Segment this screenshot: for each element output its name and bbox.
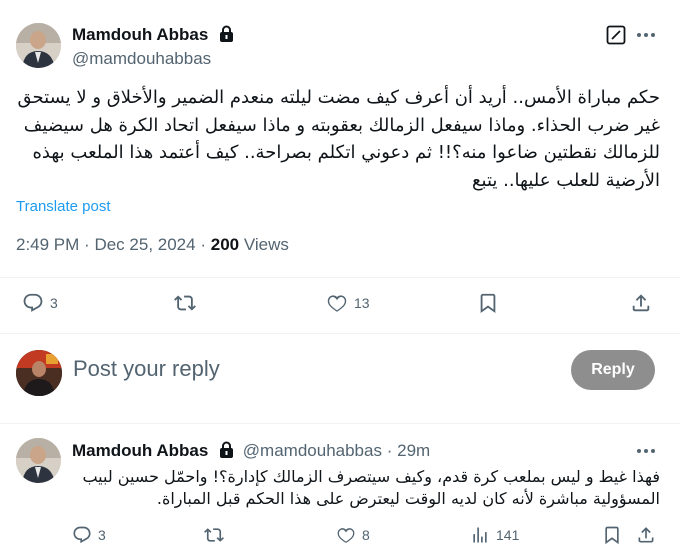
views-count: 200 [210, 235, 240, 254]
views-label: Views [243, 235, 289, 254]
reply-author-name[interactable]: Mamdouh Abbas [72, 441, 208, 460]
reply-reply-count: 3 [98, 527, 106, 543]
tweet-date[interactable]: Dec 25, 2024 [94, 235, 195, 254]
author-handle[interactable]: @mamdouhabbas [72, 49, 211, 69]
reply-views-count: 141 [496, 527, 520, 543]
share-icon [638, 527, 654, 543]
more-icon[interactable] [636, 446, 656, 456]
reply-time[interactable]: 29m [397, 441, 430, 460]
meta-separator: · [84, 235, 90, 254]
reply-share-action[interactable] [636, 525, 656, 545]
views-icon [473, 527, 487, 543]
like-action[interactable]: 13 [326, 292, 370, 314]
reply-icon [23, 293, 43, 312]
reply-reply-action[interactable]: 3 [72, 525, 106, 545]
repost-icon [174, 295, 196, 311]
reply-button[interactable]: Reply [571, 350, 655, 390]
reply-like-action[interactable]: 8 [336, 525, 370, 545]
reply-count: 3 [50, 295, 58, 311]
like-icon [327, 295, 347, 312]
reply-views-action[interactable]: 141 [470, 525, 519, 545]
divider [0, 277, 680, 278]
reply-author-handle[interactable]: @mamdouhabbas [243, 441, 382, 460]
tweet-time[interactable]: 2:49 PM [16, 235, 79, 254]
reply-input[interactable]: Post your reply [73, 356, 220, 382]
bookmark-action[interactable] [477, 292, 499, 314]
reply-icon [73, 526, 91, 544]
more-icon[interactable] [636, 30, 656, 40]
author-avatar[interactable] [16, 23, 61, 68]
lock-icon [220, 441, 234, 458]
like-icon [337, 528, 355, 543]
bookmark-icon [480, 293, 496, 314]
author-name[interactable]: Mamdouh Abbas [72, 25, 234, 45]
reply-bookmark-action[interactable] [602, 525, 622, 545]
reply-header: Mamdouh Abbas @mamdouhabbas · 29m [72, 441, 430, 461]
repost-icon [204, 528, 224, 542]
divider [0, 333, 680, 334]
divider [0, 423, 680, 424]
reply-text: فهذا غيط و ليس بملعب كرة قدم، وكيف سيتصر… [82, 467, 660, 508]
reply-action[interactable]: 3 [22, 292, 58, 314]
like-count: 13 [354, 295, 370, 311]
tweet-text: حكم مباراة الأمس.. أريد أن أعرف كيف مضت … [17, 87, 660, 191]
reply-separator: · [386, 441, 393, 460]
lock-icon [220, 25, 234, 42]
bookmark-icon [605, 526, 619, 545]
reply-repost-action[interactable] [204, 525, 230, 545]
reply-author-avatar[interactable] [16, 438, 61, 483]
translate-post-link[interactable]: Translate post [16, 198, 111, 215]
repost-action[interactable] [174, 292, 202, 314]
author-name-text[interactable]: Mamdouh Abbas [72, 25, 208, 44]
share-action[interactable] [630, 292, 652, 314]
share-icon [632, 294, 650, 312]
meta-separator: · [200, 235, 206, 254]
tweet-meta: 2:49 PM · Dec 25, 2024 · 200 Views [16, 235, 289, 255]
reply-like-count: 8 [362, 527, 370, 543]
current-user-avatar[interactable] [16, 350, 62, 396]
grok-icon[interactable] [606, 25, 626, 45]
